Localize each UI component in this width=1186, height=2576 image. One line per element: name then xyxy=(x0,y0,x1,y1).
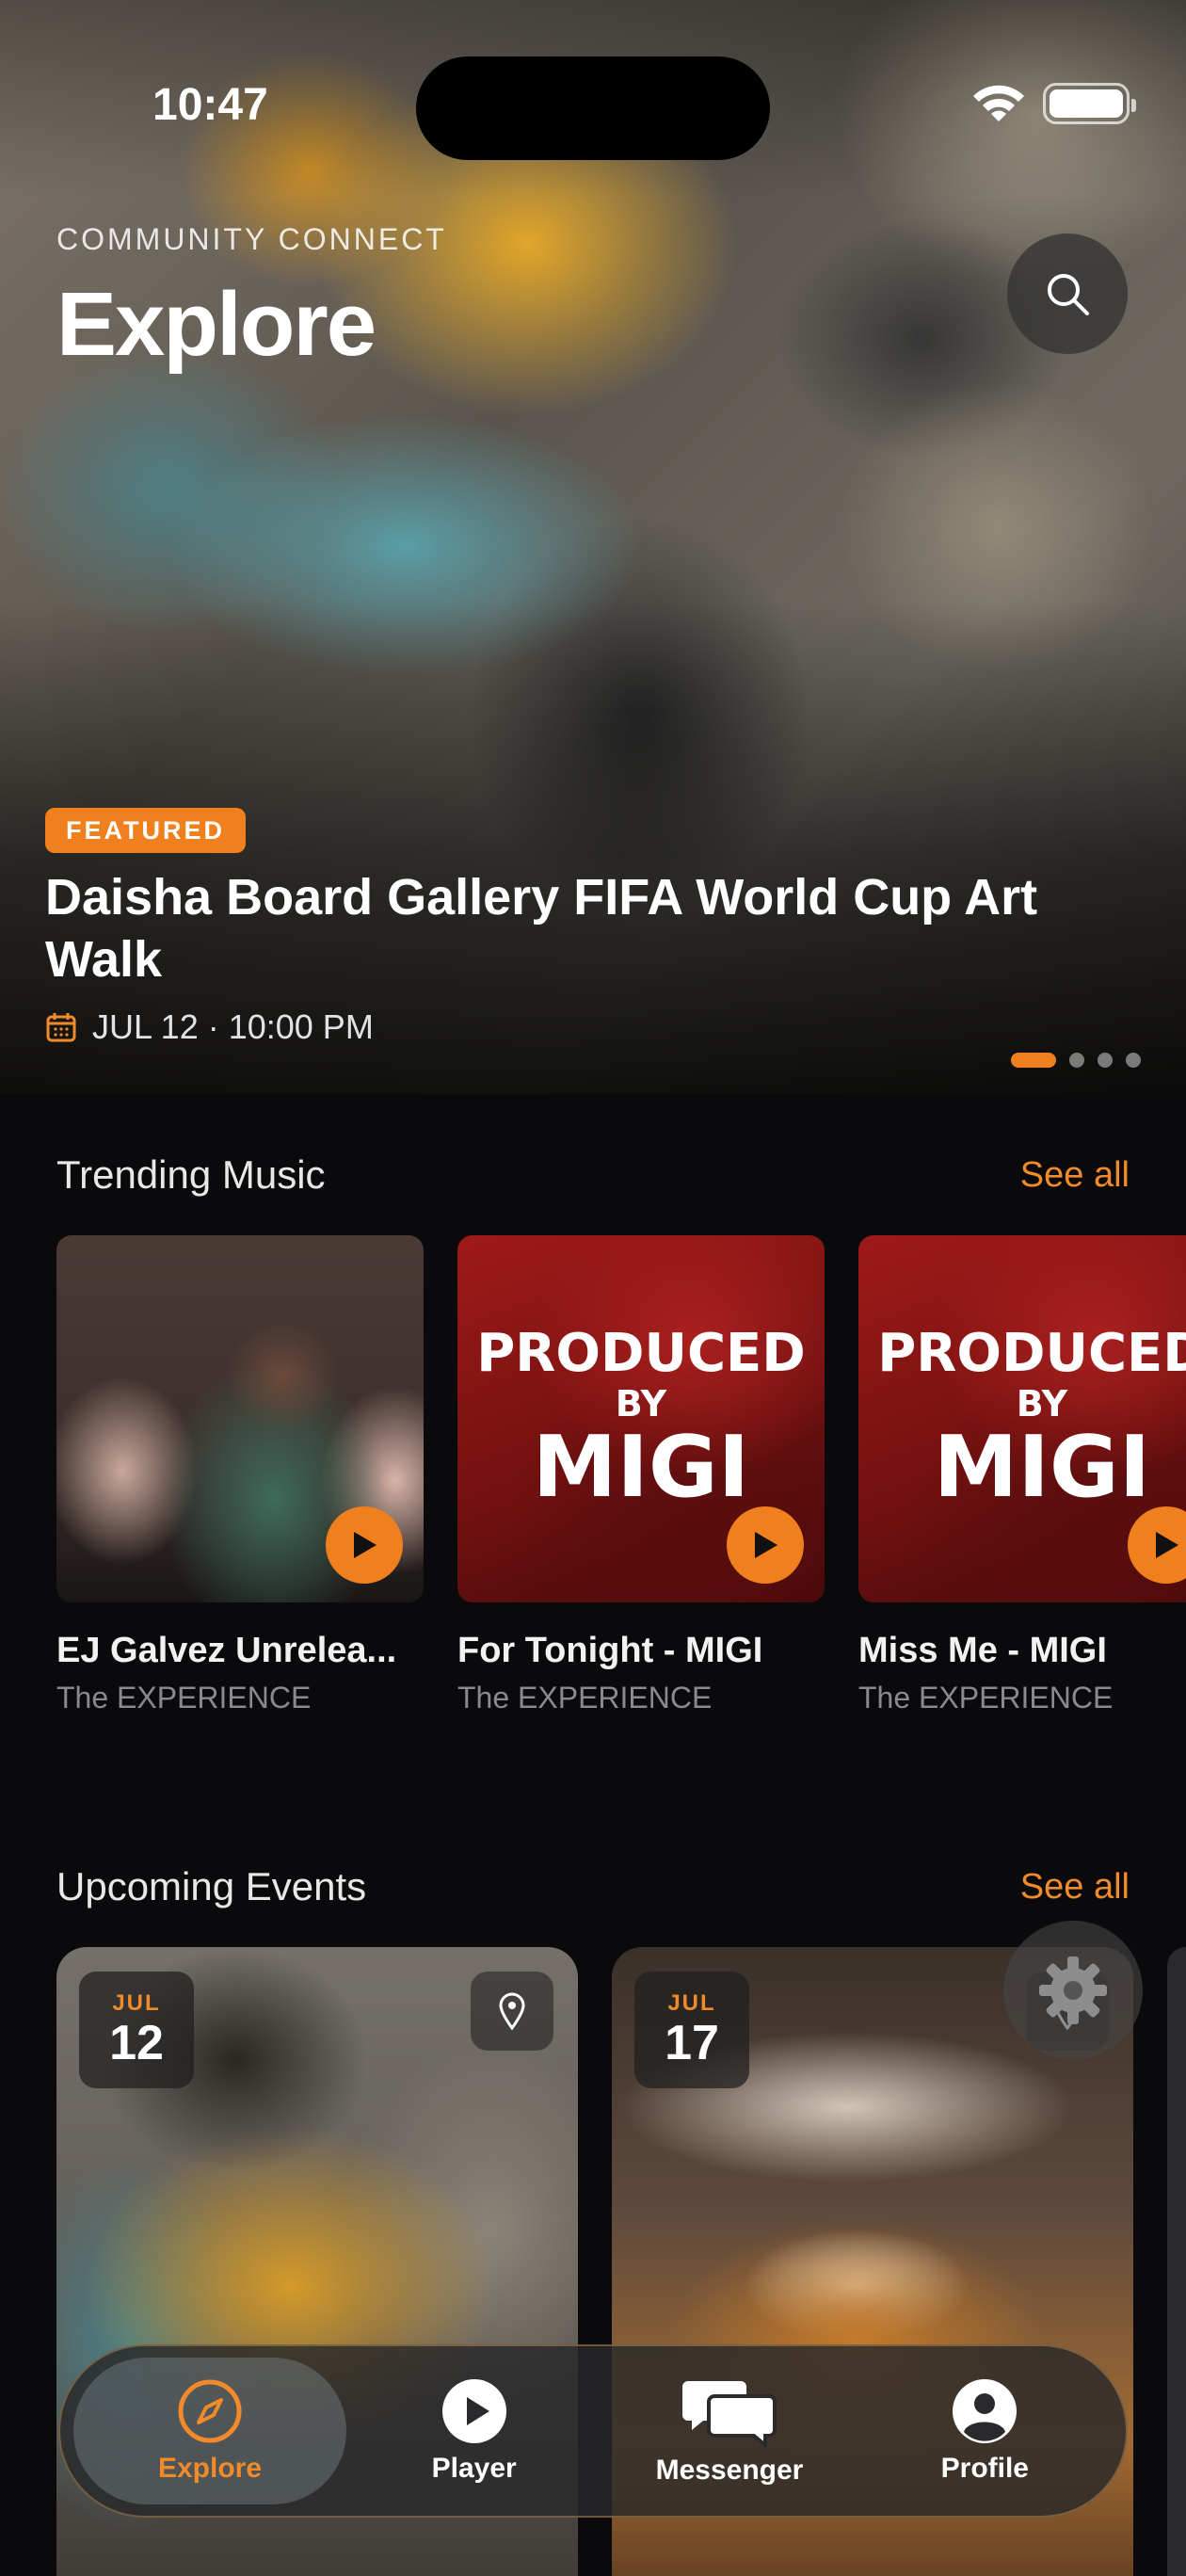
carousel-dot-active[interactable] xyxy=(1011,1053,1056,1068)
music-artist: The EXPERIENCE xyxy=(56,1681,312,1715)
music-artist: The EXPERIENCE xyxy=(457,1681,713,1715)
music-artwork: PRODUCED BY MIGI xyxy=(457,1235,825,1602)
play-icon xyxy=(755,1532,777,1558)
play-button[interactable] xyxy=(1128,1506,1186,1584)
brand-label: COMMUNITY CONNECT xyxy=(56,222,447,256)
artwork-text: PRODUCED BY MIGI xyxy=(877,1323,1186,1517)
music-artwork: PRODUCED BY MIGI xyxy=(858,1235,1186,1602)
event-day: 17 xyxy=(665,2016,719,2070)
status-icons xyxy=(971,83,1136,124)
carousel-dot[interactable] xyxy=(1069,1053,1084,1068)
events-header: Upcoming Events See all xyxy=(56,1864,1130,1909)
play-button[interactable] xyxy=(727,1506,804,1584)
music-card[interactable]: PRODUCED BY MIGI For Tonight - MIGI The … xyxy=(457,1235,825,1715)
play-icon xyxy=(1156,1532,1178,1558)
location-pin-icon xyxy=(499,1992,525,2030)
carousel-dot[interactable] xyxy=(1126,1053,1141,1068)
music-card[interactable]: PRODUCED BY MIGI Miss Me - MIGI The EXPE… xyxy=(858,1235,1186,1715)
location-button[interactable] xyxy=(471,1972,553,2051)
person-circle-icon xyxy=(953,2379,1018,2443)
tab-explore[interactable]: Explore xyxy=(73,2358,346,2504)
artwork-text: PRODUCED BY MIGI xyxy=(476,1323,806,1517)
search-icon xyxy=(1048,274,1089,315)
carousel-dot[interactable] xyxy=(1098,1053,1113,1068)
tab-player[interactable]: Player xyxy=(346,2358,601,2504)
status-time: 10:47 xyxy=(152,80,268,130)
tab-profile[interactable]: Profile xyxy=(857,2358,1113,2504)
music-title: For Tonight - MIGI xyxy=(457,1631,763,1670)
music-title: Miss Me - MIGI xyxy=(858,1631,1107,1670)
see-all-events-link[interactable]: See all xyxy=(1020,1867,1130,1908)
music-title: EJ Galvez Unrelea... xyxy=(56,1631,397,1670)
see-all-trending-link[interactable]: See all xyxy=(1020,1155,1130,1196)
event-day: 12 xyxy=(109,2016,164,2070)
search-button[interactable] xyxy=(1007,233,1128,354)
dynamic-island xyxy=(416,56,770,160)
music-artwork xyxy=(56,1235,424,1602)
featured-title[interactable]: Daisha Board Gallery FIFA World Cup Art … xyxy=(45,866,1099,990)
music-artist: The EXPERIENCE xyxy=(858,1681,1114,1715)
tab-messenger[interactable]: Messenger xyxy=(601,2358,857,2504)
section-title-trending: Trending Music xyxy=(56,1152,326,1197)
carousel-dots[interactable] xyxy=(1011,1053,1141,1068)
gear-icon xyxy=(1039,1956,1107,2024)
featured-date: JUL 12 · 10:00 PM xyxy=(45,1007,374,1047)
tab-label: Player xyxy=(431,2453,517,2484)
wifi-icon xyxy=(973,85,1024,121)
featured-badge: FEATURED xyxy=(45,808,246,853)
settings-button[interactable] xyxy=(1003,1921,1143,2060)
event-month: JUL xyxy=(667,1990,716,2016)
compass-icon xyxy=(178,2379,242,2443)
tab-label: Profile xyxy=(940,2453,1029,2484)
tab-bar: Explore Player Messenger Profile xyxy=(58,2344,1128,2518)
chat-bubbles-icon xyxy=(681,2381,777,2447)
event-card-partial[interactable] xyxy=(1167,1947,1186,2576)
play-circle-icon xyxy=(441,2379,506,2443)
tab-label: Explore xyxy=(157,2453,263,2484)
calendar-icon xyxy=(46,1013,76,1042)
event-month: JUL xyxy=(112,1990,161,2016)
section-title-events: Upcoming Events xyxy=(56,1864,367,1908)
trending-header: Trending Music See all xyxy=(56,1152,1130,1198)
tab-label: Messenger xyxy=(655,2455,804,2486)
event-date-chip: JUL 12 xyxy=(79,1972,194,2088)
battery-icon xyxy=(1043,83,1136,124)
event-date-chip: JUL 17 xyxy=(634,1972,749,2088)
play-button[interactable] xyxy=(326,1506,403,1584)
music-card[interactable]: EJ Galvez Unrelea... The EXPERIENCE xyxy=(56,1235,424,1715)
play-icon xyxy=(354,1532,377,1558)
page-title: Explore xyxy=(56,274,377,375)
featured-date-text: JUL 12 · 10:00 PM xyxy=(92,1007,374,1046)
